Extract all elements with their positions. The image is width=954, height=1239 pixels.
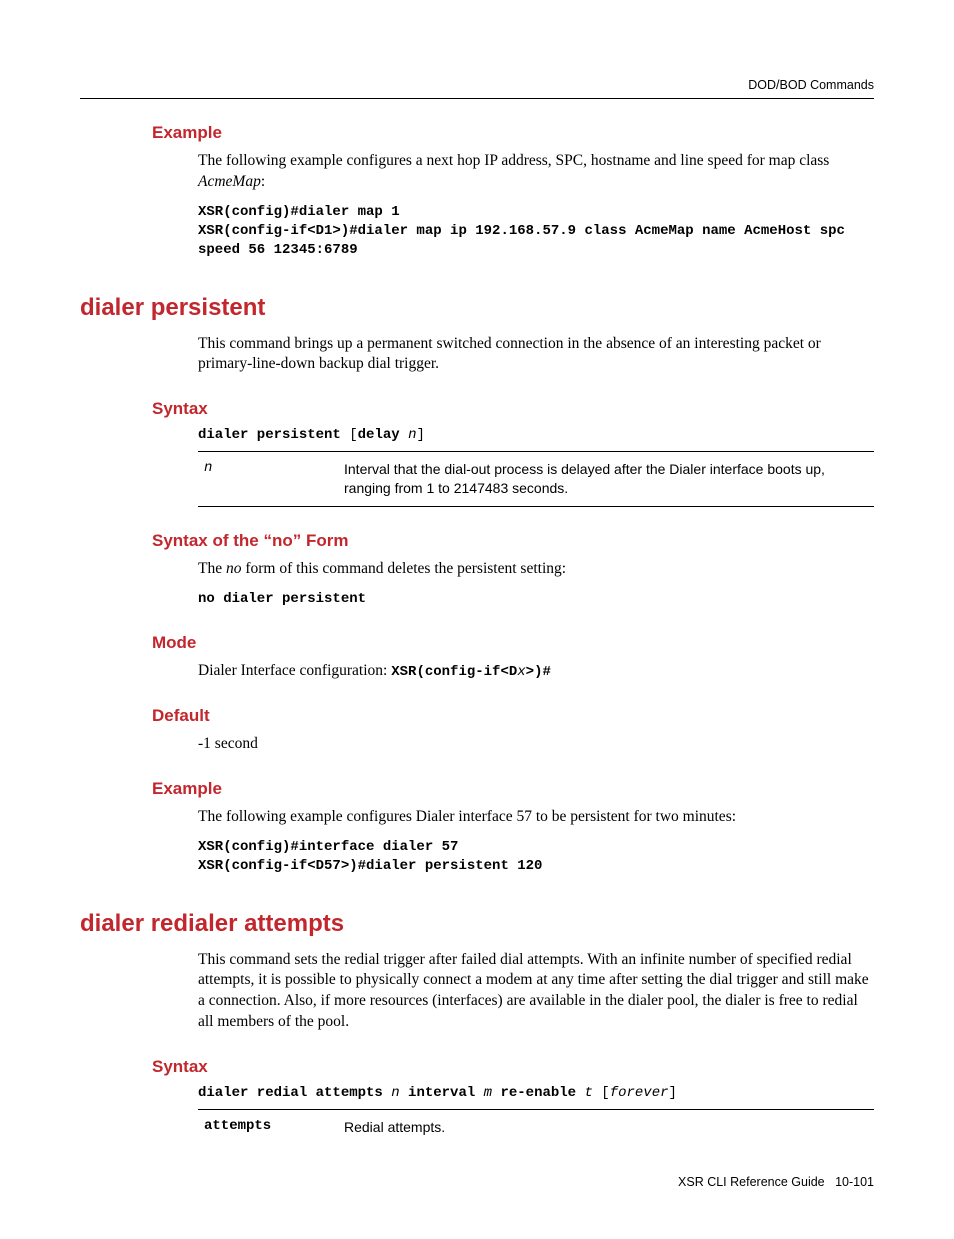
no-form-code: no dialer persistent	[198, 590, 874, 609]
kw: dialer redial attempts	[198, 1085, 391, 1101]
kw: re-enable	[492, 1085, 584, 1101]
arg-n: n	[391, 1085, 399, 1101]
running-head: DOD/BOD Commands	[80, 78, 874, 99]
heading-example-1: Example	[152, 123, 874, 143]
text: form of this command deletes the persist…	[241, 560, 566, 577]
example1-code: XSR(config)#dialer map 1 XSR(config-if<D…	[198, 203, 874, 260]
dialer-redial-desc: This command sets the redial trigger aft…	[198, 950, 874, 1034]
param-table-persistent: n Interval that the dial-out process is …	[198, 451, 874, 507]
text: :	[261, 173, 265, 190]
text: The	[198, 560, 226, 577]
arg-forever: forever	[610, 1085, 669, 1101]
mode-prompt: XSR(config-if<Dx>)#	[391, 664, 551, 680]
text: The following example configures a next …	[198, 152, 829, 169]
dialer-persistent-desc: This command brings up a permanent switc…	[198, 334, 874, 376]
param-desc: Interval that the dial-out process is de…	[344, 460, 874, 498]
bracket: ]	[669, 1085, 677, 1101]
heading-no-form: Syntax of the “no” Form	[152, 531, 874, 551]
param-table-redial: attempts Redial attempts.	[198, 1109, 874, 1139]
param-row: attempts Redial attempts.	[198, 1116, 874, 1139]
bracket: [	[593, 1085, 610, 1101]
kw: delay	[358, 427, 408, 443]
heading-mode: Mode	[152, 633, 874, 653]
no-form-intro: The no form of this command deletes the …	[198, 559, 874, 580]
cmd-heading-dialer-persistent: dialer persistent	[80, 294, 874, 322]
default-text: -1 second	[198, 734, 874, 755]
mode-text: Dialer Interface configuration: XSR(conf…	[198, 661, 874, 682]
footer-title: XSR CLI Reference Guide	[678, 1175, 825, 1189]
param-desc: Redial attempts.	[344, 1118, 874, 1137]
example1-intro: The following example configures a next …	[198, 151, 874, 193]
arg-m: m	[484, 1085, 492, 1101]
bracket: ]	[416, 427, 424, 443]
heading-example-2: Example	[152, 779, 874, 799]
heading-syntax-2: Syntax	[152, 1057, 874, 1077]
heading-default: Default	[152, 706, 874, 726]
param-row: n Interval that the dial-out process is …	[198, 458, 874, 500]
page: DOD/BOD Commands Example The following e…	[0, 0, 954, 1239]
param-name: n	[198, 460, 344, 476]
syntax-line-redial: dialer redial attempts n interval m re-e…	[198, 1085, 874, 1101]
arg-t: t	[584, 1085, 592, 1101]
syntax-line-persistent: dialer persistent [delay n]	[198, 427, 874, 443]
em-no: no	[226, 560, 242, 577]
param-name: attempts	[198, 1118, 344, 1134]
kw: interval	[400, 1085, 484, 1101]
param-attempts: attempts	[204, 1118, 271, 1134]
kw: dialer persistent	[198, 427, 349, 443]
bracket: [	[349, 427, 357, 443]
cmd-heading-dialer-redial: dialer redialer attempts	[80, 910, 874, 938]
em-acmemap: AcmeMap	[198, 173, 261, 190]
page-footer: XSR CLI Reference Guide 10-101	[80, 1175, 874, 1189]
heading-syntax-1: Syntax	[152, 399, 874, 419]
footer-page: 10-101	[835, 1175, 874, 1189]
param-n: n	[204, 460, 212, 476]
example2-code: XSR(config)#interface dialer 57 XSR(conf…	[198, 838, 874, 876]
example2-intro: The following example configures Dialer …	[198, 807, 874, 828]
text: Dialer Interface configuration:	[198, 662, 391, 679]
